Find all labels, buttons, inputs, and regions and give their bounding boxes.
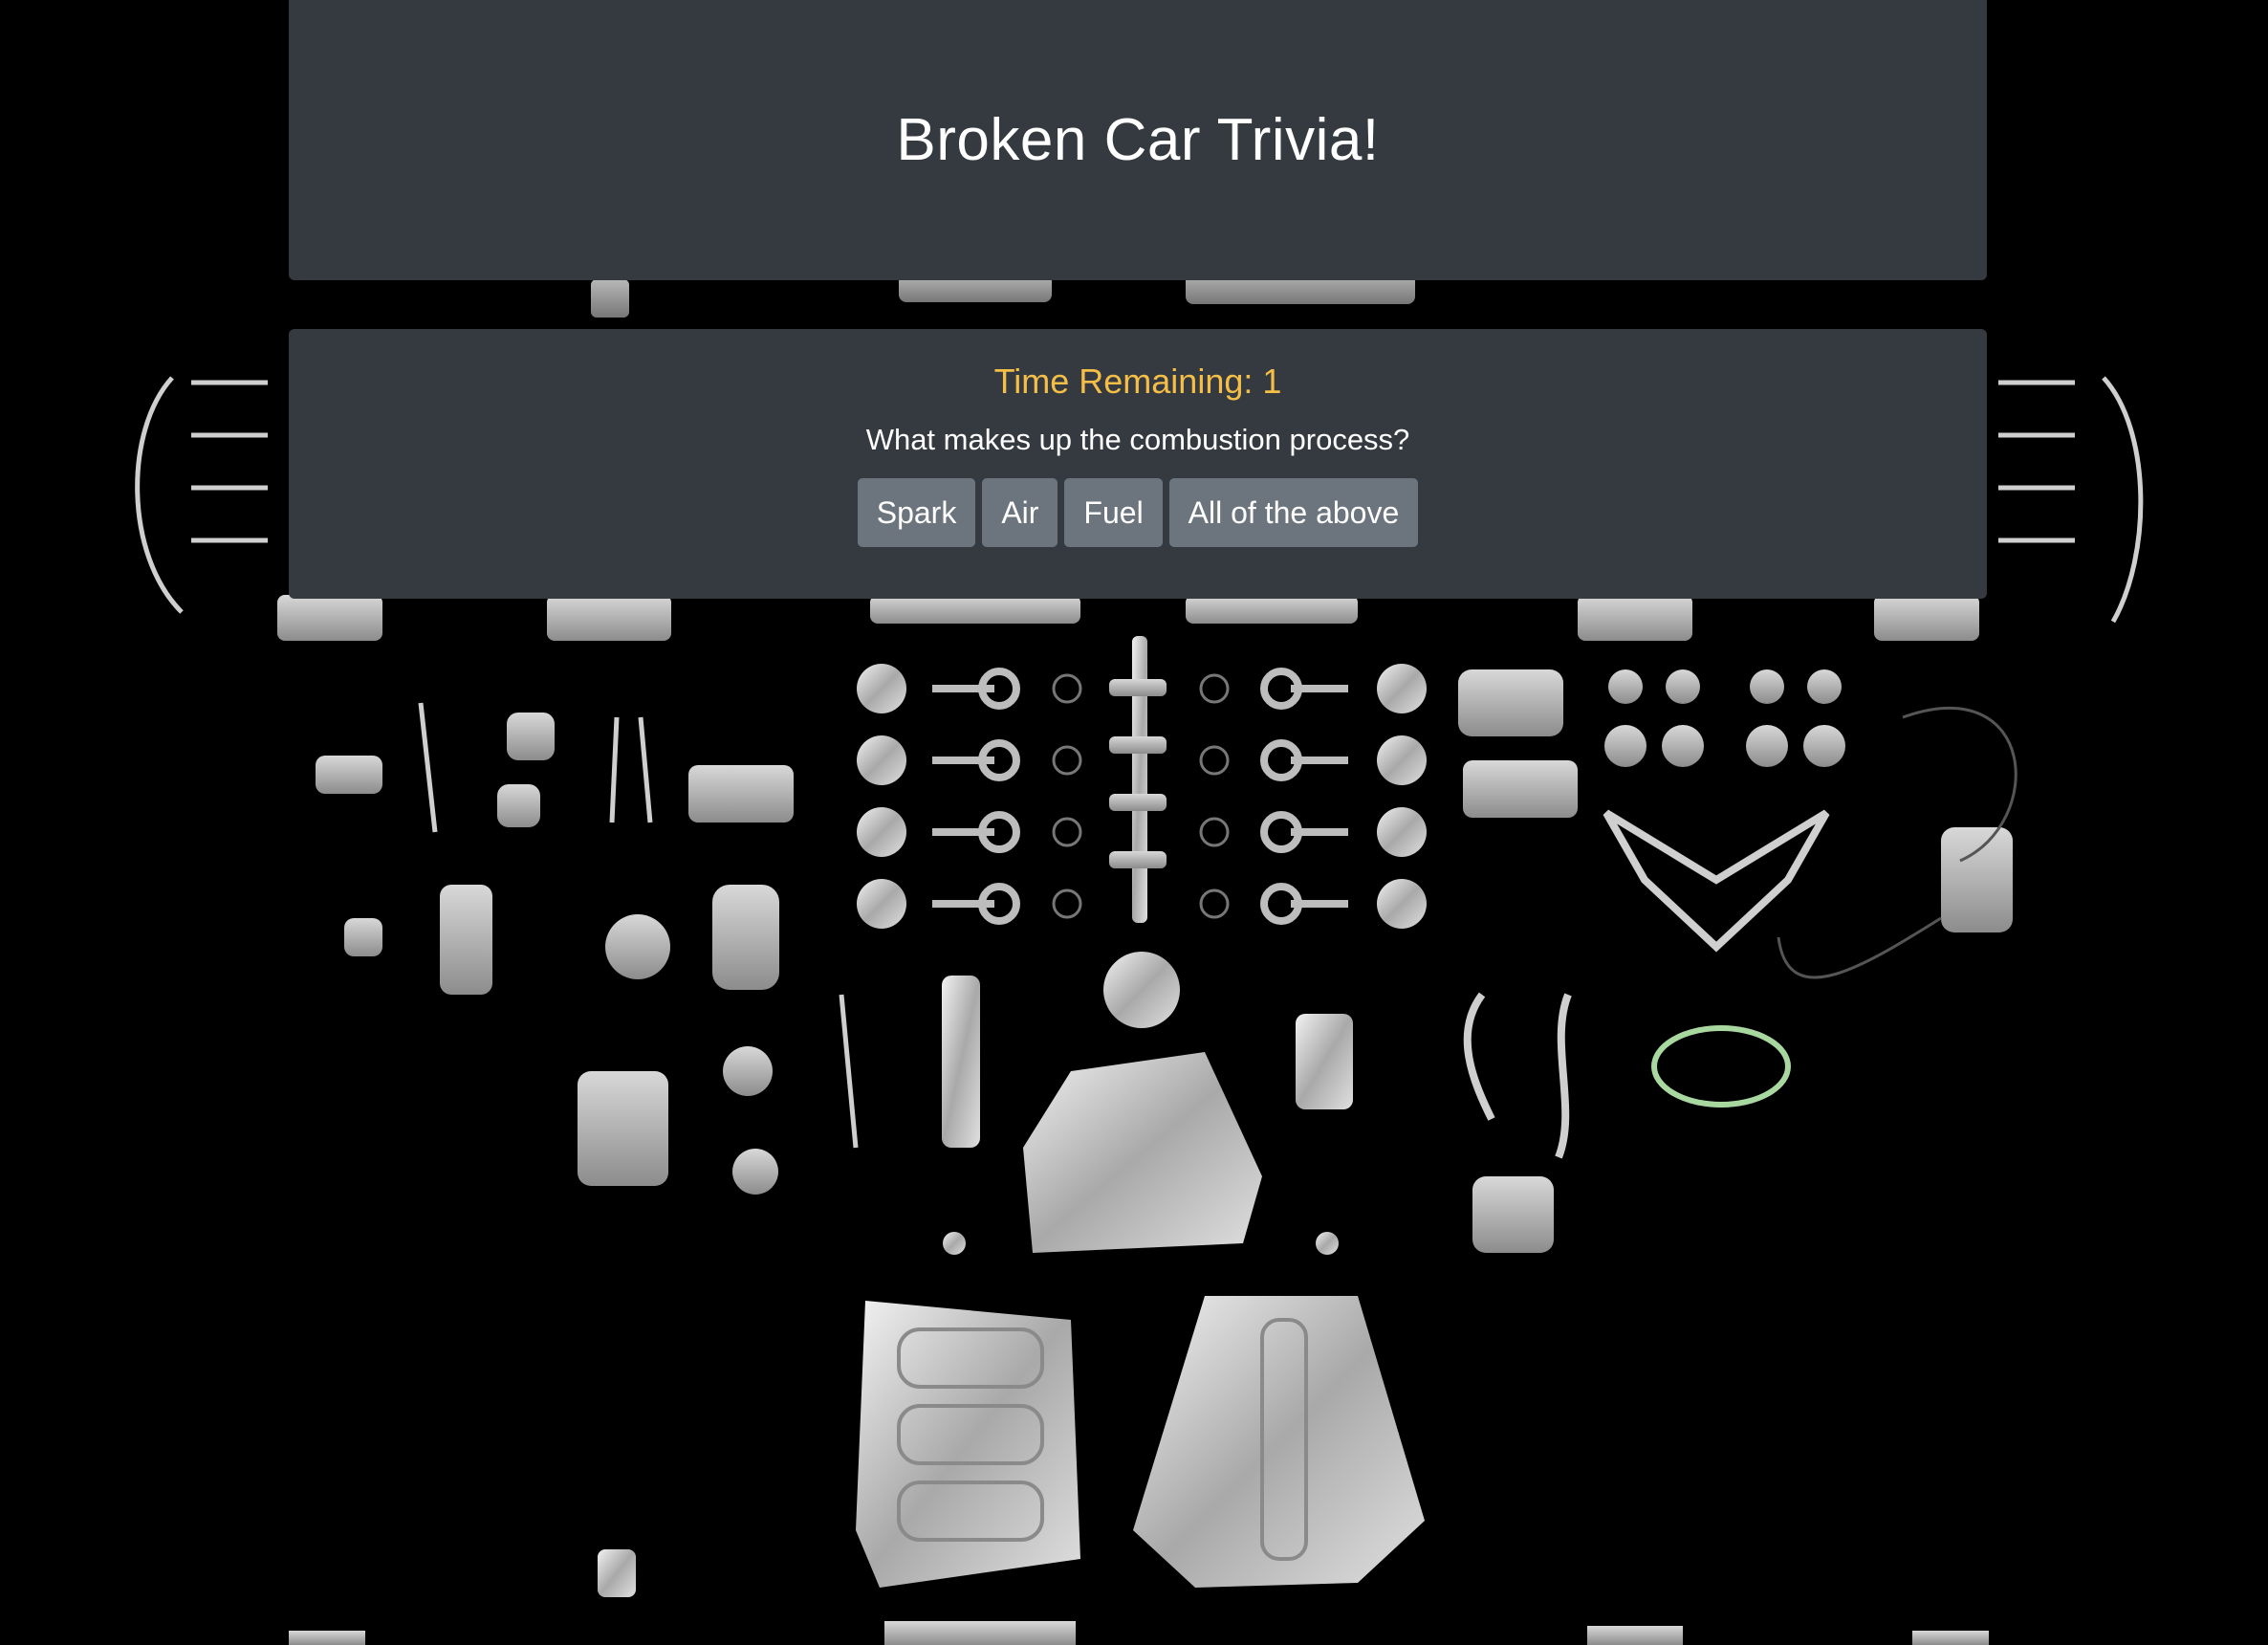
answer-button-fuel[interactable]: Fuel: [1064, 478, 1163, 547]
answer-button-air[interactable]: Air: [982, 478, 1058, 547]
question-text: What makes up the combustion process?: [865, 423, 1410, 456]
answer-button-all-of-the-above[interactable]: All of the above: [1168, 478, 1419, 547]
answer-button-spark[interactable]: Spark: [857, 478, 976, 547]
time-remaining-text: Time Remaining: 1: [993, 362, 1282, 401]
answer-options: Spark Air Fuel All of the above: [289, 478, 1987, 547]
page: Broken Car Trivia! Time Remaining: 1 Wha…: [0, 0, 2268, 1645]
quiz-card: Time Remaining: 1 What makes up the comb…: [289, 329, 1987, 599]
page-title: Broken Car Trivia!: [896, 107, 1380, 173]
header-panel: Broken Car Trivia!: [289, 0, 1987, 280]
